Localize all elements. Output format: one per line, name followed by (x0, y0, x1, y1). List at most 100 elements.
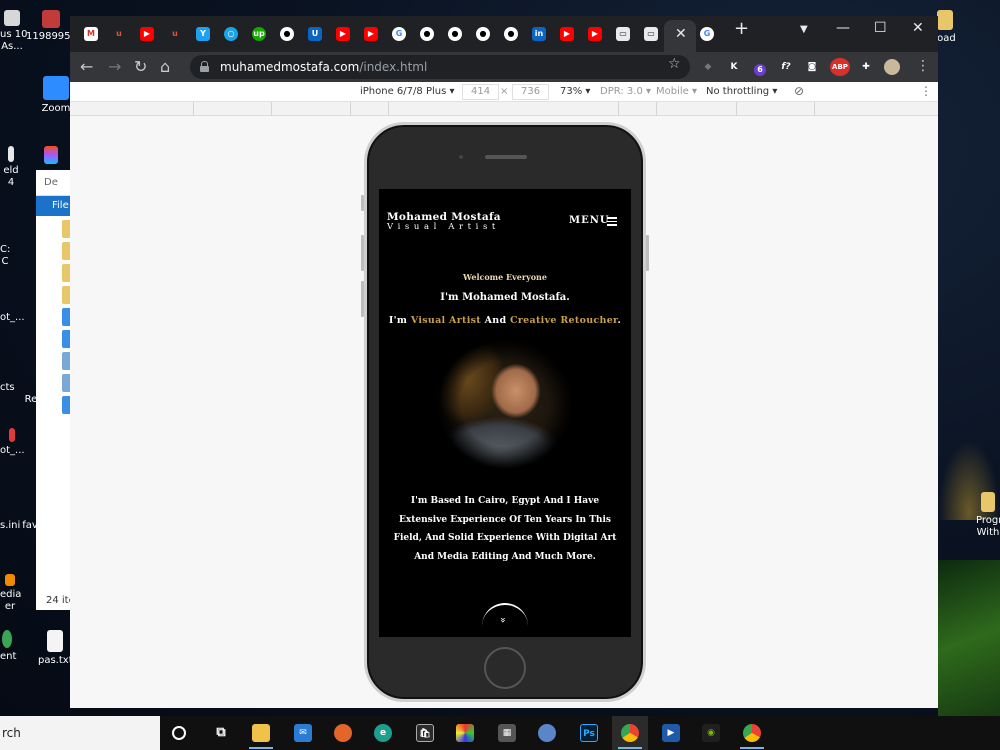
device-select[interactable]: iPhone 6/7/8 Plus ▾ (360, 86, 455, 97)
upwork-icon-2[interactable]: u (168, 27, 182, 41)
upwork-up-icon[interactable]: up (252, 27, 266, 41)
youtube-icon[interactable]: ▶ (140, 27, 154, 41)
tab-search-icon[interactable]: ▼ (800, 24, 808, 35)
back-arrow-icon[interactable]: ← (80, 57, 93, 76)
desktop-icon-left-4[interactable]: C: C (0, 244, 10, 268)
reload-icon[interactable]: ↻ (134, 57, 147, 76)
width-input[interactable]: 414 (462, 84, 500, 100)
desktop-icon-left-7[interactable]: ot_... (0, 428, 25, 457)
badge-extension-icon[interactable]: 6 (754, 64, 766, 76)
desktop-icon-left-5[interactable]: ot_... (0, 312, 25, 324)
nvidia-icon[interactable]: ◉ (702, 724, 720, 742)
welcome-text: Welcome Everyone (463, 272, 547, 282)
puzzle-extension-icon[interactable]: ✚ (858, 59, 874, 75)
firefox-icon[interactable] (334, 724, 352, 742)
desktop-icon-left-2[interactable]: 119899501 (26, 10, 83, 43)
zoom-select[interactable]: 73% ▾ (560, 86, 590, 97)
site-logo[interactable]: Mohamed Mostafa Visual Artist (387, 211, 501, 232)
paint-icon[interactable] (538, 724, 556, 742)
minimize-button[interactable]: — (836, 20, 850, 36)
chrome-icon-2[interactable] (743, 724, 761, 742)
vlc-cone-icon (5, 574, 15, 586)
gmail-icon[interactable]: M (84, 27, 98, 41)
profile-avatar[interactable] (884, 59, 900, 75)
edge-icon[interactable]: e (374, 724, 392, 742)
mail-icon[interactable]: ✉ (294, 724, 312, 742)
google-icon[interactable]: G (392, 27, 406, 41)
youtube-icon-2[interactable]: ▶ (336, 27, 350, 41)
desktop-wallpaper-hill (938, 560, 1000, 720)
close-window-button[interactable]: ✕ (912, 20, 924, 36)
youtube-icon-3[interactable]: ▶ (364, 27, 378, 41)
task-view-icon[interactable]: ⧉ (212, 724, 230, 742)
menu-button[interactable]: MENU (569, 215, 610, 226)
media-query-bar[interactable] (70, 102, 938, 116)
github-icon-4[interactable]: ● (476, 27, 490, 41)
roles-line: I'm Visual Artist And Creative Retoucher… (388, 315, 622, 326)
rotate-icon[interactable]: ⊘ (794, 84, 804, 98)
maximize-button[interactable]: ☐ (874, 20, 887, 36)
monitor-icon[interactable]: ▭ (616, 27, 630, 41)
upwork-icon[interactable]: u (112, 27, 126, 41)
file-explorer-icon[interactable] (252, 724, 270, 742)
bookmark-star-icon[interactable]: ☆ (668, 56, 681, 72)
camera-extension-icon[interactable]: ◙ (804, 59, 820, 75)
github-icon-5[interactable]: ● (504, 27, 518, 41)
desktop-icon-left-8[interactable]: s.ini (0, 520, 20, 532)
dpr-select[interactable]: DPR: 3.0 ▾ (600, 86, 651, 97)
desktop-icon-left-10[interactable]: ent (0, 630, 16, 663)
tab-strip: M u ▶ u Y ○ up ● U ▶ ▶ G ● ● ● ● in ▶ ▶ … (70, 16, 938, 52)
monitor-icon-2[interactable]: ▭ (644, 27, 658, 41)
forward-arrow-icon[interactable]: → (108, 57, 121, 76)
github-icon[interactable]: ● (280, 27, 294, 41)
close-tab-icon[interactable]: ✕ (675, 26, 687, 42)
role-visual-artist: Visual Artist (410, 315, 481, 326)
extension-bird-icon[interactable]: ◆ (700, 59, 716, 75)
youtube-icon-4[interactable]: ▶ (560, 27, 574, 41)
github-icon-3[interactable]: ● (448, 27, 462, 41)
document-icon (4, 10, 20, 26)
hamburger-icon[interactable] (607, 217, 617, 226)
throttle-select[interactable]: No throttling ▾ (706, 86, 777, 97)
tab-favicon-y[interactable]: Y (196, 27, 210, 41)
device-toolbar-more-icon[interactable]: ⋮ (920, 84, 932, 98)
youtube-icon-5[interactable]: ▶ (588, 27, 602, 41)
linkedin-icon[interactable]: in (532, 27, 546, 41)
desktop-icon-left-6[interactable]: cts (0, 382, 15, 394)
desktop-icon-pas-txt[interactable]: pas.txt (38, 630, 73, 667)
k-extension-icon[interactable]: K (726, 59, 742, 75)
desktop-icon-left-1[interactable]: us 10 As... (0, 10, 27, 53)
desktop-icon-vlc[interactable]: edia er (0, 574, 21, 613)
f-extension-icon[interactable]: f? (778, 59, 794, 75)
chevron-down-icon[interactable]: » (497, 617, 508, 623)
intro-heading: I'm Mohamed Mostafa. (440, 292, 570, 303)
google-icon-2[interactable]: G (700, 27, 714, 41)
url-host: muhamedmostafa.com (220, 60, 360, 74)
home-icon[interactable]: ⌂ (160, 57, 170, 76)
mode-select[interactable]: Mobile ▾ (656, 86, 697, 97)
chrome-icon[interactable] (621, 724, 639, 742)
new-tab-button[interactable]: + (734, 18, 749, 39)
github-icon-2[interactable]: ● (420, 27, 434, 41)
mute-switch (361, 195, 364, 211)
store-icon[interactable]: 🛍 (416, 724, 434, 742)
u-logo-icon[interactable]: U (308, 27, 322, 41)
desktop-icon-zoom[interactable]: Zoom (40, 76, 72, 115)
height-input[interactable]: 736 (512, 84, 550, 100)
taskbar-search[interactable]: rch (0, 716, 160, 750)
address-bar[interactable]: muhamedmostafa.com/index.html (190, 55, 690, 79)
photoshop-icon[interactable]: Ps (580, 724, 598, 742)
desktop-icon-left-3[interactable]: eld 4 (0, 146, 22, 189)
chrome-menu-icon[interactable]: ⋮ (916, 58, 930, 74)
media-player-icon[interactable]: ▶ (662, 724, 680, 742)
colorful-app-icon[interactable] (456, 724, 474, 742)
explorer-running-indicator (249, 747, 273, 749)
image-file-icon (42, 10, 60, 28)
abp-extension-icon[interactable]: ABP (830, 58, 850, 76)
calculator-icon[interactable]: ▦ (498, 724, 516, 742)
ring-icon[interactable]: ○ (224, 27, 238, 41)
figma-icon (44, 146, 58, 164)
desktop-icon-figma[interactable] (40, 146, 62, 167)
cortana-icon[interactable] (172, 726, 186, 740)
desktop-icon-program[interactable]: Progr With (976, 492, 1000, 539)
